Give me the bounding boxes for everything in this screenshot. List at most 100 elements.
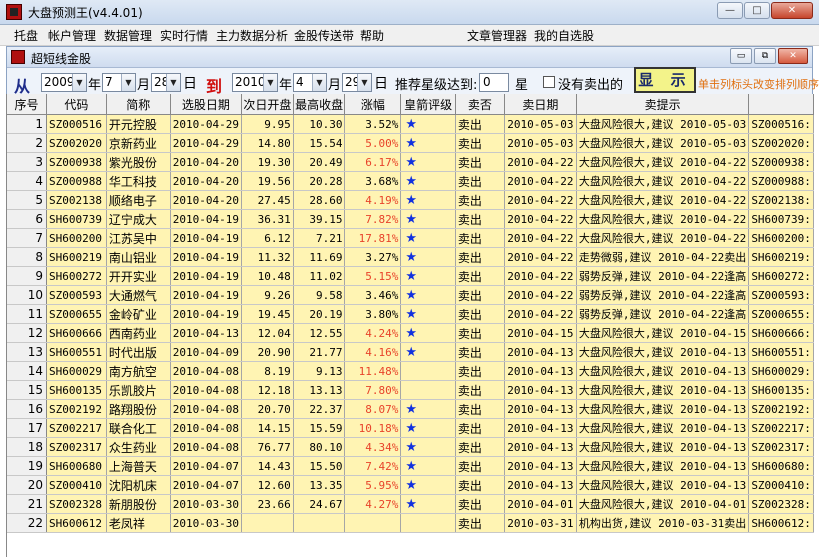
cell-code: SZ002138 [46, 190, 107, 210]
menu-watchlist[interactable]: 我的自选股 [534, 27, 594, 44]
cell-code: SH600200 [46, 228, 107, 248]
col-header-highest-close[interactable]: 最高收盘 [293, 94, 346, 115]
cell-code: SH600612 [46, 513, 107, 533]
table-row[interactable]: 18 SZ002317 众生药业 2010-04-08 76.77 80.10 4.34% ★… [7, 437, 814, 457]
table-row[interactable]: 8 SH600219 南山铝业 2010-04-19 11.32 11.69 3.27% ★ 卖… [7, 247, 814, 267]
cell-next-open: 20.90 [241, 342, 294, 362]
table-row[interactable]: 13 SH600551 时代出版 2010-04-09 20.90 21.77 4.16% ★… [7, 342, 814, 362]
end-day-select[interactable]: 29 ▼ [342, 73, 372, 92]
cell-sell-date: 2010-03-31 [504, 513, 577, 533]
cell-extra: SH600551: [748, 342, 814, 362]
unsold-checkbox[interactable] [543, 76, 555, 88]
table-row[interactable]: 19 SH600680 上海普天 2010-04-07 14.43 15.50 7.42% ★… [7, 456, 814, 476]
table-row[interactable]: 17 SZ002217 联合化工 2010-04-08 14.15 15.59 10.18%… [7, 418, 814, 438]
cell-name: 南山铝业 [106, 247, 171, 267]
table-row[interactable]: 7 SH600200 江苏吴中 2010-04-19 6.12 7.21 17.81% ★ 卖出… [7, 228, 814, 248]
cell-sell-tip: 大盘风险很大,建议 2010-04-13 [576, 342, 750, 362]
col-header-index[interactable]: 序号 [7, 94, 48, 115]
table-row[interactable]: 16 SZ002192 路翔股份 2010-04-08 20.70 22.37 8.07% ★… [7, 399, 814, 419]
table-row[interactable]: 2 SZ002020 京新药业 2010-04-29 14.80 15.54 5.00% ★ 卖… [7, 133, 814, 153]
end-month-select[interactable]: 4 ▼ [293, 73, 327, 92]
end-year-select[interactable]: 2010 ▼ [232, 73, 278, 92]
table-row[interactable]: 3 SZ000938 紫光股份 2010-04-20 19.30 20.49 6.17% ★ 卖… [7, 152, 814, 172]
cell-extra: SZ000410: [748, 475, 814, 495]
col-header-gain[interactable]: 涨幅 [344, 94, 402, 115]
col-header-select-date[interactable]: 选股日期 [170, 94, 243, 115]
cell-sold: 卖出 [455, 304, 505, 324]
year-unit: 年 [88, 78, 102, 93]
menu-realtime[interactable]: 实时行情 [160, 27, 208, 44]
table-row[interactable]: 5 SZ002138 顺络电子 2010-04-20 27.45 28.60 4.19% ★ 卖… [7, 190, 814, 210]
table-row[interactable]: 12 SH600666 西南药业 2010-04-13 12.04 12.55 4.24% ★… [7, 323, 814, 343]
menu-data[interactable]: 数据管理 [104, 27, 152, 44]
cell-next-open: 11.32 [241, 247, 294, 267]
maximize-button[interactable]: □ [744, 2, 770, 19]
table-row[interactable]: 20 SZ000410 沈阳机床 2010-04-07 12.60 13.35 5.95% ★… [7, 475, 814, 495]
menu-article-manager[interactable]: 文章管理器 [467, 27, 527, 44]
year-unit: 年 [279, 78, 293, 93]
cell-name: 沈阳机床 [106, 475, 171, 495]
child-controls: ▭ ⧉ ✕ [728, 48, 808, 64]
table-row[interactable]: 11 SZ000655 金岭矿业 2010-04-19 19.45 20.19 3.80% ★… [7, 304, 814, 324]
table-row[interactable]: 6 SH600739 辽宁成大 2010-04-19 36.31 39.15 7.82% ★ 卖… [7, 209, 814, 229]
menu-account[interactable]: 帐户管理 [48, 27, 96, 44]
cell-select-date: 2010-04-08 [170, 399, 243, 419]
menu-tray[interactable]: 托盘 [14, 27, 38, 44]
cell-next-open: 12.60 [241, 475, 294, 495]
table-row[interactable]: 1 SZ000516 开元控股 2010-04-29 9.95 10.30 3.52% ★ 卖出… [7, 114, 814, 134]
show-button[interactable]: 显 示 [634, 67, 696, 93]
start-day-select[interactable]: 28 ▼ [151, 73, 181, 92]
cell-sell-date: 2010-04-22 [504, 266, 577, 286]
cell-sell-date: 2010-04-22 [504, 190, 577, 210]
cell-sell-tip: 弱势反弹,建议 2010-04-22逢高 [576, 304, 750, 324]
cell-gain: 3.80% [344, 304, 402, 324]
cell-sold: 卖出 [455, 513, 505, 533]
col-header-sold[interactable]: 卖否 [455, 94, 505, 115]
cell-highest-close: 15.54 [293, 133, 346, 153]
col-header-extra[interactable] [748, 94, 814, 115]
child-close-button[interactable]: ✕ [778, 48, 808, 64]
cell-sell-date: 2010-04-13 [504, 361, 577, 381]
child-restore-button[interactable]: ⧉ [754, 48, 776, 64]
star-level-input[interactable]: 0 [479, 73, 509, 92]
table-row[interactable]: 14 SH600029 南方航空 2010-04-08 8.19 9.13 11.48% 卖出… [7, 361, 814, 381]
cell-gain: 8.07% [344, 399, 402, 419]
table-row[interactable]: 4 SZ000988 华工科技 2010-04-20 19.56 20.28 3.68% ★ 卖… [7, 171, 814, 191]
cell-highest-close: 9.13 [293, 361, 346, 381]
table-row[interactable]: 10 SZ000593 大通燃气 2010-04-19 9.26 9.58 3.46% ★ 卖出… [7, 285, 814, 305]
col-header-next-open[interactable]: 次日开盘 [241, 94, 294, 115]
cell-sell-tip: 大盘风险很大,建议 2010-04-15 [576, 323, 750, 343]
table-row[interactable]: 21 SZ002328 新朋股份 2010-03-30 23.66 24.67 4.27% ★… [7, 494, 814, 514]
star-icon: ★ [400, 399, 456, 419]
start-year-select[interactable]: 2009 ▼ [41, 73, 87, 92]
menu-main-force[interactable]: 主力数据分析 [216, 27, 288, 44]
table-row[interactable]: 15 SH600135 乐凯胶片 2010-04-08 12.18 13.13 7.80% 卖… [7, 380, 814, 400]
cell-gain: 5.95% [344, 475, 402, 495]
cell-next-open: 19.30 [241, 152, 294, 172]
col-header-rating[interactable]: 皇箭评级 [400, 94, 456, 115]
star-icon [400, 361, 456, 381]
cell-name: 辽宁成大 [106, 209, 171, 229]
cell-next-open: 36.31 [241, 209, 294, 229]
minimize-button[interactable]: — [717, 2, 743, 19]
cell-sell-tip: 机构出货,建议 2010-03-31卖出 [576, 513, 750, 533]
table-row[interactable]: 22 SH600612 老凤祥 2010-03-30 卖出 2010-03-31 机构出货,… [7, 513, 814, 533]
start-month-select[interactable]: 7 ▼ [102, 73, 136, 92]
cell-sold: 卖出 [455, 399, 505, 419]
col-header-code[interactable]: 代码 [46, 94, 107, 115]
cell-sell-date: 2010-05-03 [504, 114, 577, 134]
cell-sell-date: 2010-04-22 [504, 247, 577, 267]
cell-index: 2 [7, 133, 48, 153]
col-header-sell-tip[interactable]: 卖提示 [576, 94, 750, 115]
child-minimize-button[interactable]: ▭ [730, 48, 752, 64]
table-row[interactable]: 9 SH600272 开开实业 2010-04-19 10.48 11.02 5.15% ★ 卖… [7, 266, 814, 286]
close-button[interactable]: ✕ [771, 2, 813, 19]
cell-index: 13 [7, 342, 48, 362]
col-header-sell-date[interactable]: 卖日期 [504, 94, 577, 115]
cell-sold: 卖出 [455, 323, 505, 343]
col-header-name[interactable]: 简称 [106, 94, 171, 115]
cell-select-date: 2010-04-19 [170, 285, 243, 305]
cell-sell-date: 2010-04-13 [504, 437, 577, 457]
menu-golden-stock[interactable]: 金股传送带 [294, 27, 354, 44]
menu-help[interactable]: 帮助 [360, 27, 384, 44]
